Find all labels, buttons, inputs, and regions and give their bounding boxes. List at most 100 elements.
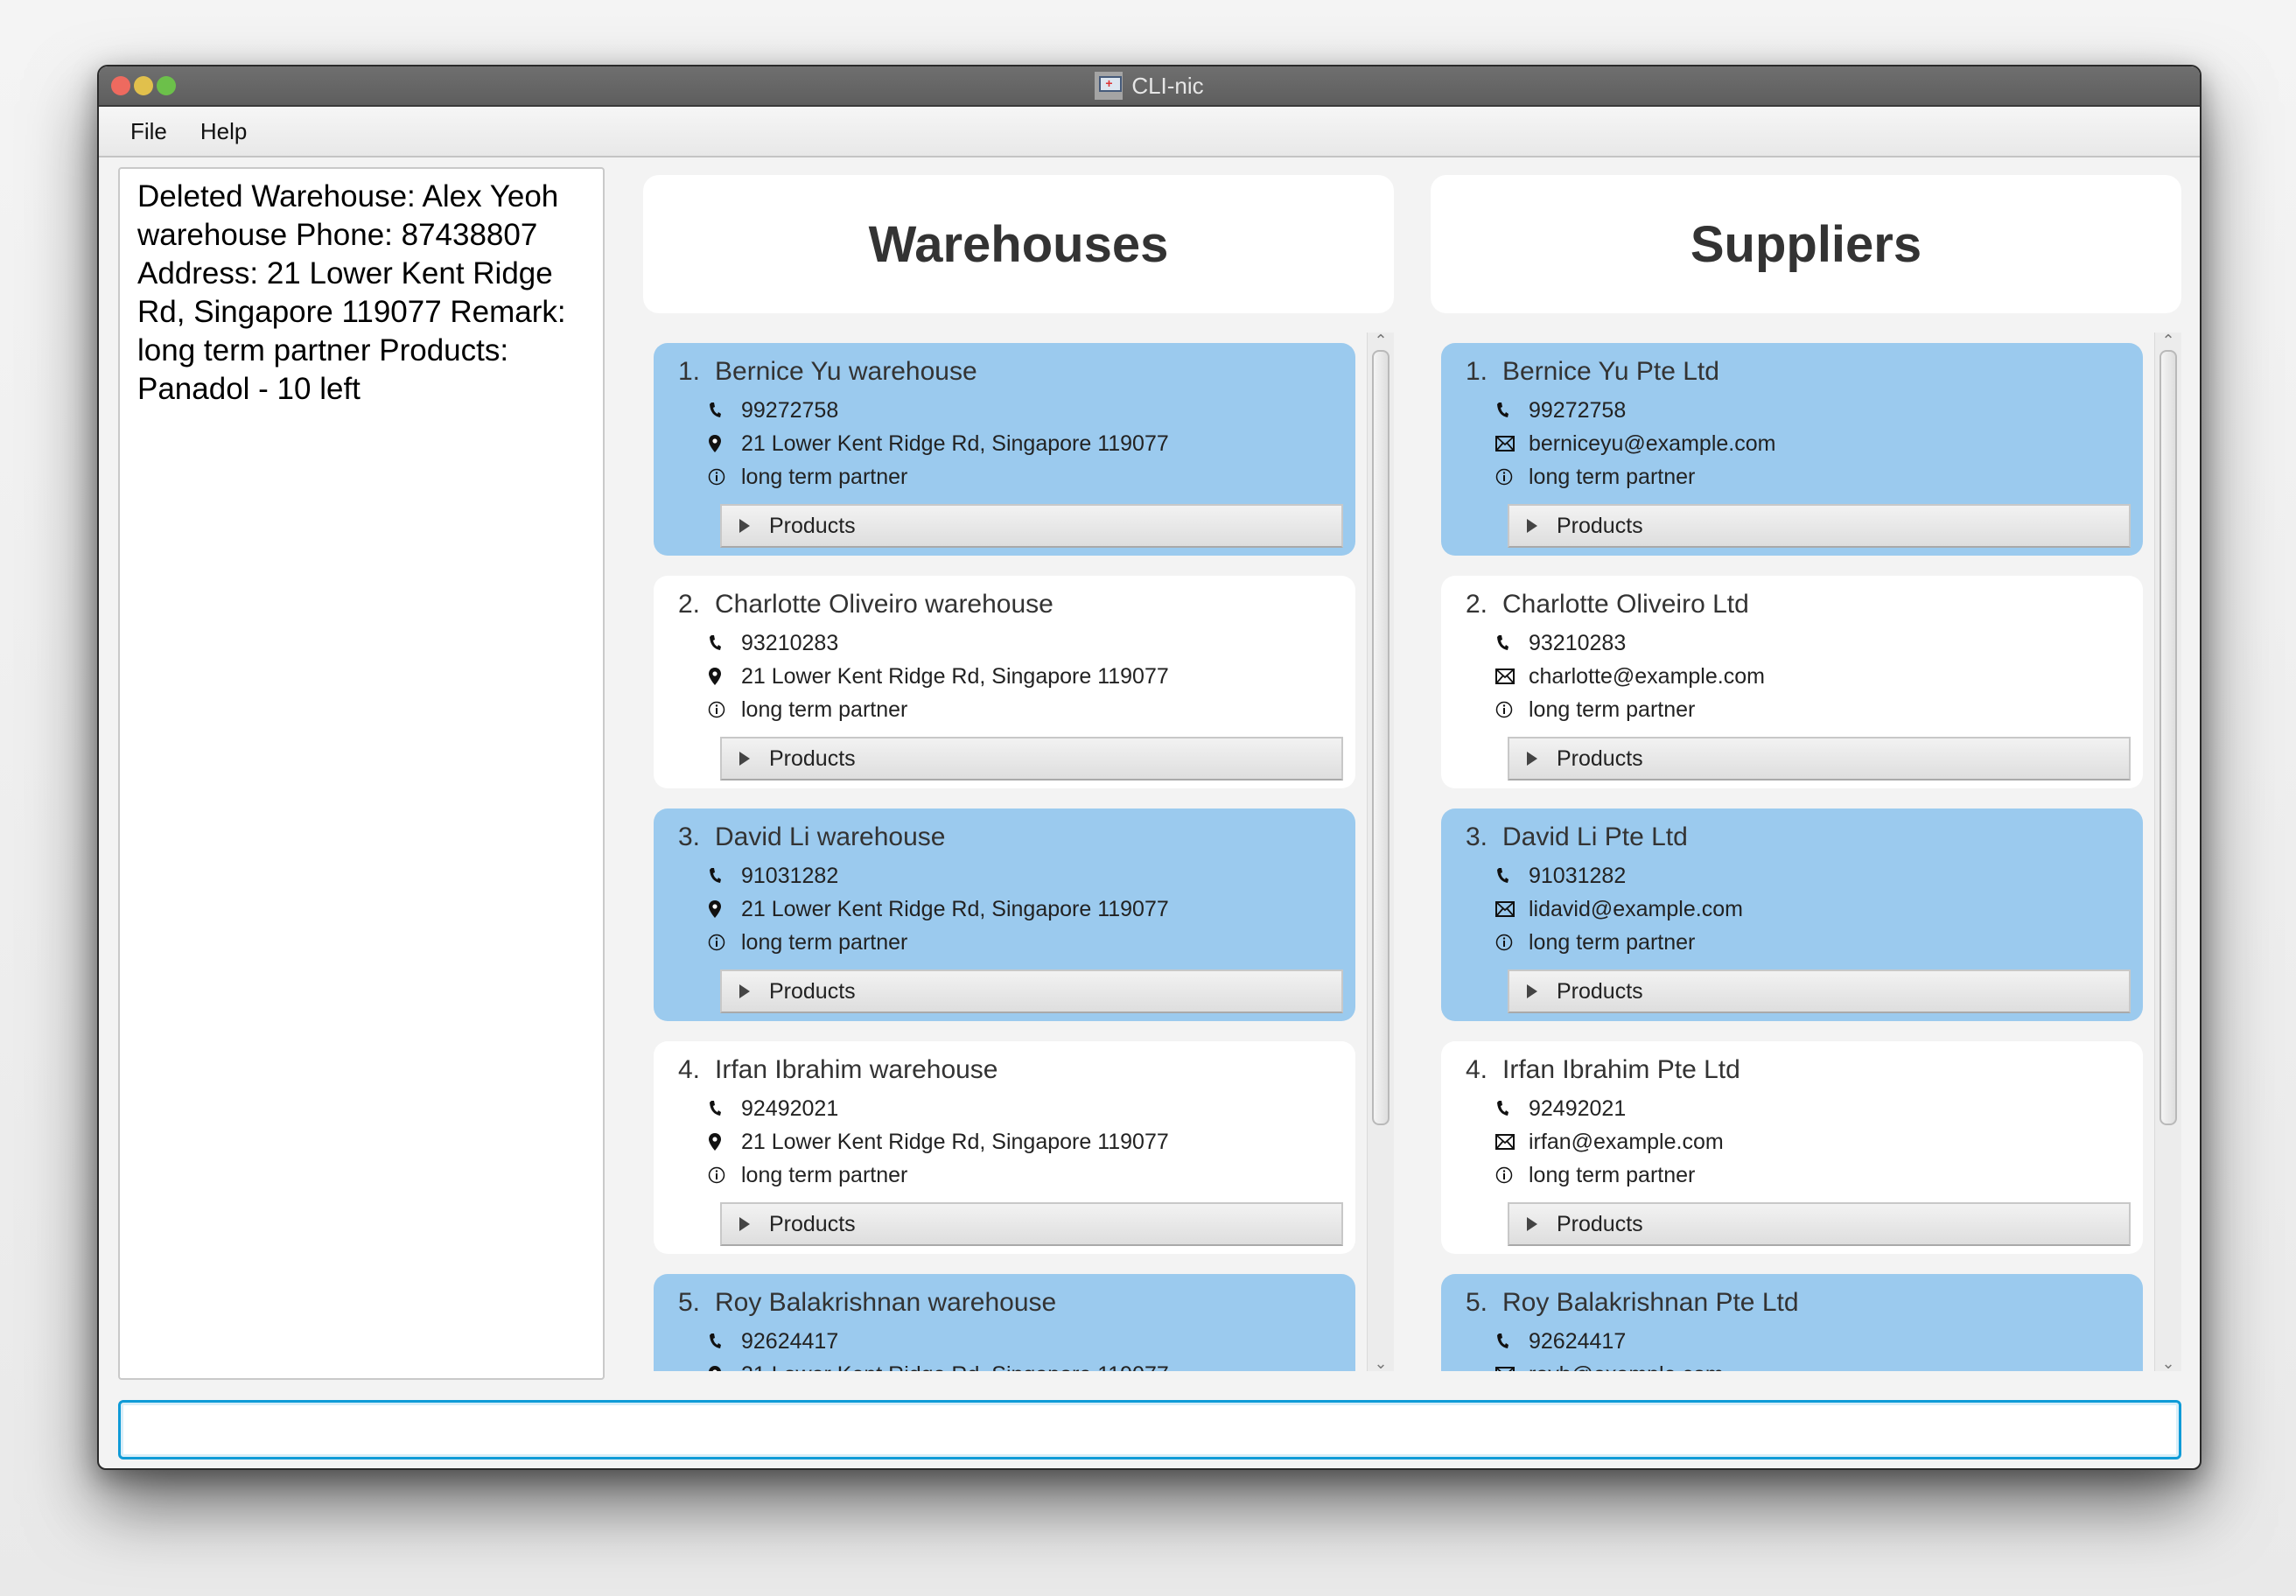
address-field: 21 Lower Kent Ridge Rd, Singapore 119077 [678,1358,1355,1371]
warehouses-title: Warehouses [868,215,1169,273]
phone-value: 92624417 [1529,1328,1627,1354]
products-toggle[interactable]: Products [720,1202,1343,1246]
location-pin-icon [708,1132,741,1152]
card-index: 2. [678,590,701,619]
location-pin-icon [708,434,741,453]
info-icon [708,934,741,951]
expand-triangle-icon [1527,1217,1537,1231]
phone-icon [1495,1333,1529,1350]
products-toggle[interactable]: Products [1508,737,2131,780]
location-pin-icon [708,900,741,919]
email-icon [1495,901,1529,917]
supplier-card[interactable]: 3. David Li Pte Ltd 91031282 lidavid@exa… [1441,808,2143,1021]
warehouse-list[interactable]: ⌃ ⌄ 1. Bernice Yu warehouse 99272758 21 … [643,332,1394,1371]
products-toggle[interactable]: Products [720,737,1343,780]
scrollbar-thumb[interactable] [2160,350,2177,1125]
warehouse-card[interactable]: 1. Bernice Yu warehouse 99272758 21 Lowe… [654,343,1355,556]
address-value: 21 Lower Kent Ridge Rd, Singapore 119077 [741,663,1169,689]
card-index: 4. [1466,1055,1488,1084]
scroll-up-arrow-icon[interactable]: ⌃ [2155,332,2181,348]
card-index: 2. [1466,590,1488,619]
products-label: Products [769,978,856,1004]
scroll-down-arrow-icon[interactable]: ⌄ [2155,1355,2181,1371]
phone-field: 92624417 [678,1325,1355,1358]
card-title: 3. David Li warehouse [678,816,1355,859]
phone-icon [1495,634,1529,652]
supplier-list[interactable]: ⌃ ⌄ 1. Bernice Yu Pte Ltd 99272758 berni… [1431,332,2181,1371]
scrollbar-thumb[interactable] [1372,350,1390,1125]
remark-field: long term partner [1466,460,2143,494]
warehouse-card[interactable]: 5. Roy Balakrishnan warehouse 92624417 2… [654,1274,1355,1371]
warehouse-card[interactable]: 3. David Li warehouse 91031282 21 Lower … [654,808,1355,1021]
phone-value: 92492021 [741,1096,839,1121]
suppliers-title: Suppliers [1690,215,1922,273]
address-field: 21 Lower Kent Ridge Rd, Singapore 119077 [678,660,1355,693]
remark-value: long term partner [741,929,908,955]
supplier-scrollbar[interactable]: ⌃ ⌄ [2154,332,2181,1371]
phone-field: 92492021 [678,1092,1355,1125]
card-title: 5. Roy Balakrishnan Pte Ltd [1466,1281,2143,1325]
title-wrap: + CLI-nic [99,66,2200,105]
expand-triangle-icon [1527,984,1537,998]
location-pin-icon [708,1365,741,1371]
title-bar: + CLI-nic [99,66,2200,107]
supplier-card[interactable]: 2. Charlotte Oliveiro Ltd 93210283 charl… [1441,576,2143,788]
warehouse-card[interactable]: 4. Irfan Ibrahim warehouse 92492021 21 L… [654,1041,1355,1254]
card-index: 3. [1466,822,1488,851]
info-icon [708,468,741,486]
products-label: Products [1557,746,1643,771]
products-label: Products [769,513,856,538]
card-title: 3. David Li Pte Ltd [1466,816,2143,859]
address-value: 21 Lower Kent Ridge Rd, Singapore 119077 [741,896,1169,921]
email-icon [1495,668,1529,684]
email-field: royb@example.com [1466,1358,2143,1371]
card-title: 4. Irfan Ibrahim Pte Ltd [1466,1048,2143,1092]
info-icon [1495,701,1529,718]
products-toggle[interactable]: Products [1508,504,2131,548]
supplier-card[interactable]: 5. Roy Balakrishnan Pte Ltd 92624417 roy… [1441,1274,2143,1371]
products-toggle[interactable]: Products [720,970,1343,1013]
phone-value: 92624417 [741,1328,839,1354]
phone-icon [708,402,741,419]
info-icon [1495,934,1529,951]
email-value: berniceyu@example.com [1529,430,1776,456]
address-value: 21 Lower Kent Ridge Rd, Singapore 119077 [741,430,1169,456]
supplier-card[interactable]: 4. Irfan Ibrahim Pte Ltd 92492021 irfan@… [1441,1041,2143,1254]
remark-value: long term partner [1529,464,1696,489]
products-toggle[interactable]: Products [720,504,1343,548]
address-field: 21 Lower Kent Ridge Rd, Singapore 119077 [678,892,1355,926]
supplier-card[interactable]: 1. Bernice Yu Pte Ltd 99272758 berniceyu… [1441,343,2143,556]
address-field: 21 Lower Kent Ridge Rd, Singapore 119077 [678,427,1355,460]
phone-icon [708,1100,741,1117]
scroll-down-arrow-icon[interactable]: ⌄ [1368,1355,1394,1371]
scroll-up-arrow-icon[interactable]: ⌃ [1368,332,1394,348]
warehouse-scrollbar[interactable]: ⌃ ⌄ [1367,332,1394,1371]
card-index: 1. [1466,357,1488,386]
warehouses-header: Warehouses [643,175,1394,313]
card-index: 3. [678,822,701,851]
command-input[interactable] [118,1400,2181,1460]
phone-value: 91031282 [1529,863,1627,888]
menu-help[interactable]: Help [200,118,247,145]
card-title: 1. Bernice Yu Pte Ltd [1466,350,2143,394]
phone-field: 99272758 [1466,394,2143,427]
warehouse-card[interactable]: 2. Charlotte Oliveiro warehouse 93210283… [654,576,1355,788]
remark-field: long term partner [678,1158,1355,1192]
phone-icon [1495,867,1529,885]
menu-file[interactable]: File [130,118,167,145]
expand-triangle-icon [1527,752,1537,766]
card-index: 1. [678,357,701,386]
phone-icon [708,1333,741,1350]
products-toggle[interactable]: Products [1508,1202,2131,1246]
remark-value: long term partner [1529,696,1696,722]
suppliers-header: Suppliers [1431,175,2181,313]
remark-field: long term partner [678,693,1355,726]
products-toggle[interactable]: Products [1508,970,2131,1013]
app-window: + CLI-nic File Help Deleted Warehouse: A… [97,65,2202,1470]
remark-value: long term partner [1529,929,1696,955]
phone-field: 92492021 [1466,1092,2143,1125]
card-index: 5. [678,1288,701,1317]
remark-field: long term partner [1466,1158,2143,1192]
expand-triangle-icon [1527,519,1537,533]
card-name: Charlotte Oliveiro warehouse [715,590,1054,619]
